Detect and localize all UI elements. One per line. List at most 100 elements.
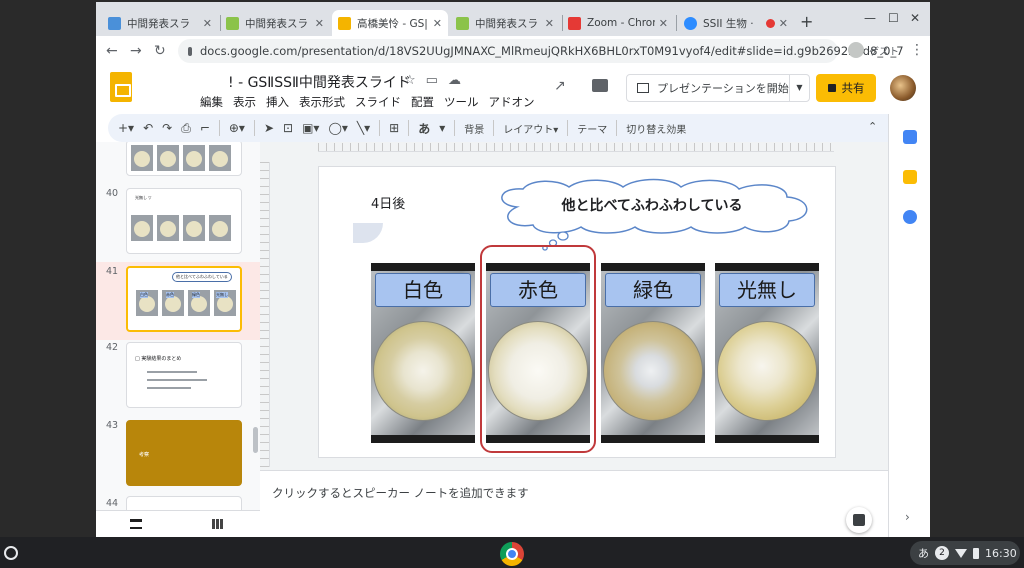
new-slide-icon[interactable]: +▾ (118, 121, 134, 135)
explore-button[interactable] (846, 507, 872, 533)
tab-3-active[interactable]: 高橋美怜 - GS| ✕ (332, 10, 448, 36)
menu-format[interactable]: 表示形式 (299, 94, 345, 110)
zoom-icon[interactable]: ⊕▾ (229, 121, 245, 135)
petri-dish-image (373, 321, 473, 421)
menu-edit[interactable]: 編集 (200, 94, 223, 110)
line-icon[interactable]: ╲▾ (357, 121, 370, 135)
slides-logo-icon[interactable] (110, 72, 132, 102)
slides-tab-icon (338, 16, 351, 30)
horizontal-ruler (318, 143, 834, 152)
address-bar[interactable]: docs.google.com/presentation/d/18VS2UUgJ… (178, 39, 904, 63)
close-icon[interactable]: ✕ (659, 17, 668, 30)
current-slide[interactable]: 4日後 他と比べてふわふわしている 白色 赤色 緑色 光無し (318, 166, 836, 458)
close-icon[interactable]: ✕ (779, 17, 788, 30)
paint-format-icon[interactable]: ⌐ (200, 121, 210, 135)
user-avatar[interactable] (890, 75, 916, 101)
guest-profile-button[interactable]: ゲスト (848, 42, 899, 58)
tab-2[interactable]: 中間発表スラ ✕ (220, 10, 330, 36)
petri-photo-green[interactable]: 緑色 (601, 263, 705, 443)
present-dropdown-icon[interactable]: ▼ (789, 75, 809, 101)
chrome-icon[interactable] (500, 542, 524, 566)
new-tab-button[interactable]: + (800, 12, 813, 31)
day-label[interactable]: 4日後 (371, 193, 405, 212)
back-button[interactable]: ← (106, 43, 118, 59)
menu-insert[interactable]: 挿入 (266, 94, 289, 110)
slides-tab-icon (456, 16, 469, 30)
menu-arrange[interactable]: 配置 (411, 94, 434, 110)
url-text: docs.google.com/presentation/d/18VS2UUgJ… (200, 44, 904, 58)
slide-number: 44 (106, 498, 119, 509)
slide-thumb-39[interactable] (126, 142, 242, 176)
comment-add-icon[interactable]: ⊞ (389, 121, 399, 135)
tab-5[interactable]: Zoom - Chrom ✕ (562, 10, 674, 36)
filmstrip-view-switcher (96, 510, 260, 537)
close-window-button[interactable]: ✕ (910, 11, 920, 25)
layout-button[interactable]: レイアウト▾ (503, 121, 558, 136)
star-icon[interactable]: ☆ (404, 73, 426, 88)
move-folder-icon[interactable]: ▭ (426, 73, 448, 88)
present-button[interactable]: プレゼンテーションを開始 ▼ (626, 74, 810, 102)
menu-tools[interactable]: ツール (444, 94, 479, 110)
keep-icon[interactable] (903, 170, 917, 184)
select-icon[interactable]: ➤ (264, 121, 274, 135)
theme-button[interactable]: テーマ (577, 121, 607, 136)
reload-button[interactable]: ↻ (154, 43, 166, 59)
maximize-button[interactable]: ☐ (888, 11, 899, 25)
menu-addons[interactable]: アドオン (489, 94, 535, 110)
background-button[interactable]: 背景 (464, 121, 484, 136)
minimize-button[interactable]: — (864, 11, 876, 25)
shape-icon[interactable]: ◯▾ (328, 121, 347, 135)
photo-label-white: 白色 (375, 273, 471, 307)
image-icon[interactable]: ▣▾ (302, 121, 319, 135)
toolbar: +▾ ↶ ↷ ⎙ ⌐ ⊕▾ ➤ ⊡ ▣▾ ◯▾ ╲▾ ⊞ あ ▾ 背景 レイアウ… (108, 114, 904, 142)
close-icon[interactable]: ✕ (433, 17, 442, 30)
tab-1[interactable]: 中間発表スラ ✕ (102, 10, 218, 36)
collapse-toolbar-icon[interactable]: ⌃ (868, 120, 877, 133)
slide-thumb-43[interactable]: 考察 (126, 420, 242, 486)
redo-icon[interactable]: ↷ (162, 121, 172, 135)
menu-view[interactable]: 表示 (233, 94, 256, 110)
close-icon[interactable]: ✕ (203, 17, 212, 30)
undo-icon[interactable]: ↶ (143, 121, 153, 135)
petri-photo-white[interactable]: 白色 (371, 263, 475, 443)
wifi-icon (955, 548, 967, 558)
print-icon[interactable]: ⎙ (181, 121, 191, 136)
petri-photo-dark[interactable]: 光無し (715, 263, 819, 443)
tab-6[interactable]: SSII 生物 · ✕ (678, 10, 794, 36)
lock-icon (827, 84, 836, 92)
slide-number: 43 (106, 420, 119, 431)
launcher-icon[interactable] (4, 546, 18, 560)
calendar-icon[interactable] (903, 130, 917, 144)
speaker-notes[interactable]: クリックするとスピーカー ノートを追加できます (260, 470, 888, 537)
notification-count: 2 (935, 546, 949, 560)
share-button[interactable]: 共有 (816, 74, 876, 102)
input-tools-button[interactable]: あ (418, 120, 430, 137)
tasks-icon[interactable] (903, 210, 917, 224)
forward-button[interactable]: → (130, 43, 142, 59)
close-icon[interactable]: ✕ (315, 17, 324, 30)
close-icon[interactable]: ✕ (545, 17, 554, 30)
status-tray[interactable]: あ 2 16:30 (910, 541, 1020, 565)
filmstrip-scrollbar[interactable] (253, 427, 258, 453)
menu-slide[interactable]: スライド (355, 94, 401, 110)
filmstrip-view-icon[interactable] (130, 519, 142, 529)
more-menu-icon[interactable]: ⋮ (910, 42, 924, 58)
highlight-rounded-rect[interactable] (480, 245, 596, 453)
tab-4[interactable]: 中間発表スラ ✕ (450, 10, 560, 36)
slide-thumb-44[interactable] (126, 496, 242, 510)
slide-thumb-40[interactable]: 光無し ▽ (126, 188, 242, 254)
present-icon (637, 83, 649, 93)
textbox-icon[interactable]: ⊡ (283, 121, 293, 135)
bubble-text: 他と比べてふわふわしている (561, 198, 743, 214)
comment-icon[interactable] (592, 79, 608, 92)
grid-view-icon[interactable] (212, 519, 224, 529)
input-tools-dropdown-icon[interactable]: ▾ (439, 121, 445, 135)
photo-label-green: 緑色 (605, 273, 701, 307)
activity-trend-icon[interactable]: ↗ (554, 78, 566, 94)
slide-thumb-41[interactable]: 他と比べてふわふわしている 白色 赤色 緑色 光無し (126, 266, 242, 332)
slide-thumb-42[interactable]: □ 実験結果のまとめ (126, 342, 242, 408)
expand-panel-icon[interactable]: › (905, 510, 910, 524)
cloud-status-icon[interactable]: ☁ (448, 73, 471, 88)
document-title[interactable]: ! - GSⅡSSⅡ中間発表スライド (228, 72, 411, 92)
transition-button[interactable]: 切り替え効果 (626, 121, 686, 136)
